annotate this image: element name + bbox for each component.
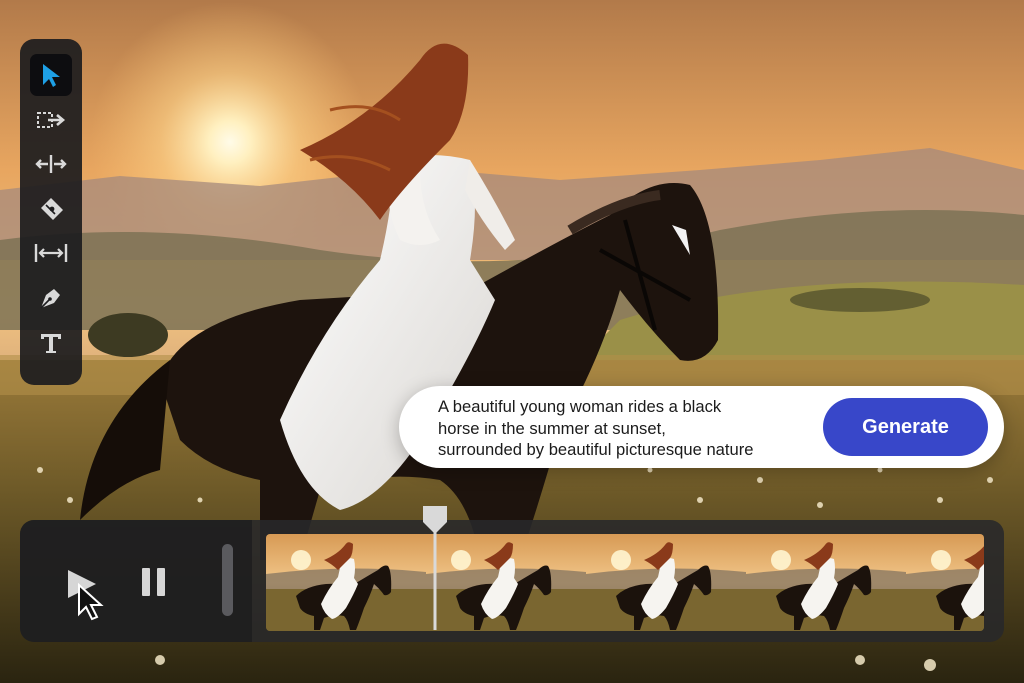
- tools-panel: [20, 39, 82, 385]
- selection-tool[interactable]: [30, 54, 72, 96]
- playhead[interactable]: [422, 506, 448, 630]
- pen-tool[interactable]: [30, 277, 72, 319]
- frame-thumbnail: [426, 534, 586, 631]
- type-t-icon: [41, 333, 61, 353]
- generate-button[interactable]: Generate: [823, 398, 988, 456]
- prompt-line: horse in the summer at sunset,: [438, 418, 666, 438]
- mouse-cursor-icon: [78, 582, 104, 621]
- panel-resize-handle[interactable]: [222, 544, 233, 616]
- prompt-line: A beautiful young woman rides a black: [438, 397, 722, 416]
- frame-thumbnail: [746, 534, 906, 631]
- track-select-forward-icon: [37, 111, 66, 128]
- filmstrip-frame[interactable]: [906, 534, 984, 631]
- slip-icon: [34, 244, 68, 263]
- filmstrip-frame[interactable]: [746, 534, 906, 631]
- pointer-arrow-icon: [43, 64, 60, 87]
- slip-tool[interactable]: [30, 232, 72, 274]
- filmstrip-frame[interactable]: [586, 534, 746, 631]
- prompt-line: surrounded by beautiful picturesque natu…: [438, 440, 754, 459]
- ripple-edit-tool[interactable]: [30, 143, 72, 185]
- transport-controls: [20, 520, 252, 642]
- pause-icon[interactable]: [140, 566, 168, 598]
- prompt-bubble: A beautiful young woman rides a black ho…: [399, 386, 1004, 468]
- filmstrip-frame[interactable]: [426, 534, 586, 631]
- razor-tool[interactable]: [30, 188, 72, 230]
- frame-thumbnail: [266, 534, 426, 631]
- razor-blade-icon: [41, 197, 63, 220]
- frame-thumbnail: [586, 534, 746, 631]
- filmstrip[interactable]: [266, 534, 984, 631]
- prompt-input[interactable]: A beautiful young woman rides a black ho…: [438, 396, 818, 461]
- filmstrip-frame[interactable]: [266, 534, 426, 631]
- type-tool[interactable]: [30, 322, 72, 364]
- pen-nib-icon: [40, 288, 60, 309]
- ripple-edit-icon: [35, 155, 67, 174]
- timeline-panel: [20, 506, 1004, 642]
- frame-thumbnail: [906, 534, 984, 631]
- track-select-tool[interactable]: [30, 99, 72, 141]
